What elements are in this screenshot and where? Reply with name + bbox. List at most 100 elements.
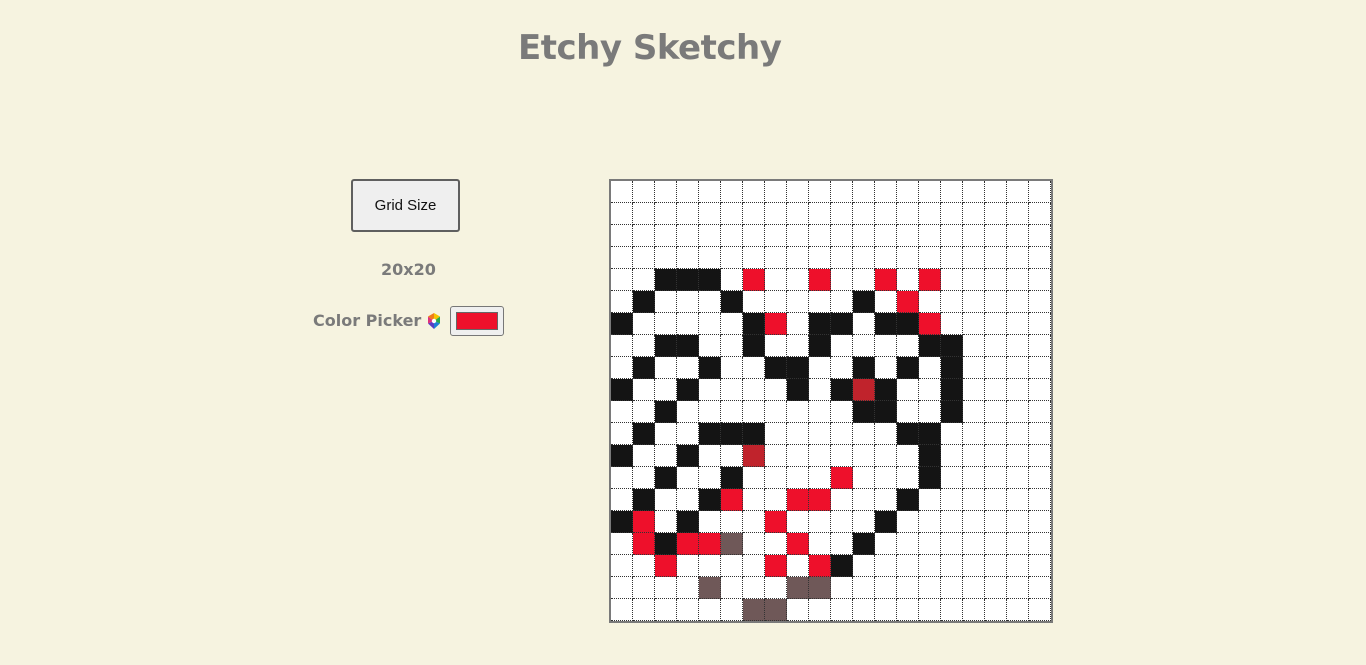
grid-cell[interactable] xyxy=(699,467,721,489)
grid-cell[interactable] xyxy=(655,335,677,357)
grid-cell[interactable] xyxy=(611,291,633,313)
grid-cell[interactable] xyxy=(677,357,699,379)
grid-cell[interactable] xyxy=(963,357,985,379)
grid-cell[interactable] xyxy=(963,577,985,599)
grid-cell[interactable] xyxy=(721,489,743,511)
grid-cell[interactable] xyxy=(611,533,633,555)
grid-cell[interactable] xyxy=(831,555,853,577)
grid-cell[interactable] xyxy=(831,511,853,533)
grid-cell[interactable] xyxy=(919,423,941,445)
grid-cell[interactable] xyxy=(655,423,677,445)
grid-cell[interactable] xyxy=(765,577,787,599)
grid-cell[interactable] xyxy=(787,423,809,445)
grid-cell[interactable] xyxy=(1029,203,1051,225)
grid-cell[interactable] xyxy=(611,313,633,335)
grid-cell[interactable] xyxy=(985,225,1007,247)
grid-cell[interactable] xyxy=(633,313,655,335)
grid-cell[interactable] xyxy=(787,379,809,401)
grid-cell[interactable] xyxy=(699,357,721,379)
grid-cell[interactable] xyxy=(765,291,787,313)
grid-cell[interactable] xyxy=(787,533,809,555)
grid-cell[interactable] xyxy=(875,423,897,445)
grid-cell[interactable] xyxy=(677,555,699,577)
grid-cell[interactable] xyxy=(853,401,875,423)
grid-cell[interactable] xyxy=(1007,599,1029,621)
grid-cell[interactable] xyxy=(743,181,765,203)
grid-cell[interactable] xyxy=(611,423,633,445)
grid-cell[interactable] xyxy=(831,269,853,291)
grid-cell[interactable] xyxy=(919,181,941,203)
grid-cell[interactable] xyxy=(787,335,809,357)
grid-cell[interactable] xyxy=(1007,335,1029,357)
grid-cell[interactable] xyxy=(809,247,831,269)
grid-cell[interactable] xyxy=(633,269,655,291)
grid-cell[interactable] xyxy=(1007,203,1029,225)
grid-cell[interactable] xyxy=(677,291,699,313)
grid-cell[interactable] xyxy=(611,203,633,225)
grid-cell[interactable] xyxy=(655,313,677,335)
grid-cell[interactable] xyxy=(655,577,677,599)
grid-cell[interactable] xyxy=(897,445,919,467)
grid-cell[interactable] xyxy=(765,247,787,269)
grid-cell[interactable] xyxy=(699,291,721,313)
grid-cell[interactable] xyxy=(765,511,787,533)
grid-cell[interactable] xyxy=(633,511,655,533)
grid-cell[interactable] xyxy=(765,225,787,247)
grid-cell[interactable] xyxy=(699,599,721,621)
grid-cell[interactable] xyxy=(787,291,809,313)
grid-cell[interactable] xyxy=(743,511,765,533)
grid-cell[interactable] xyxy=(765,423,787,445)
grid-cell[interactable] xyxy=(809,401,831,423)
grid-cell[interactable] xyxy=(963,379,985,401)
grid-cell[interactable] xyxy=(985,445,1007,467)
grid-cell[interactable] xyxy=(699,247,721,269)
grid-cell[interactable] xyxy=(677,467,699,489)
grid-cell[interactable] xyxy=(765,203,787,225)
grid-cell[interactable] xyxy=(611,445,633,467)
grid-cell[interactable] xyxy=(809,533,831,555)
grid-cell[interactable] xyxy=(985,423,1007,445)
grid-cell[interactable] xyxy=(831,225,853,247)
grid-cell[interactable] xyxy=(787,313,809,335)
grid-cell[interactable] xyxy=(1007,401,1029,423)
grid-cell[interactable] xyxy=(633,379,655,401)
grid-cell[interactable] xyxy=(787,269,809,291)
grid-cell[interactable] xyxy=(1029,181,1051,203)
grid-cell[interactable] xyxy=(897,291,919,313)
grid-cell[interactable] xyxy=(985,467,1007,489)
grid-cell[interactable] xyxy=(809,203,831,225)
grid-cell[interactable] xyxy=(919,203,941,225)
grid-cell[interactable] xyxy=(831,533,853,555)
grid-cell[interactable] xyxy=(743,533,765,555)
grid-cell[interactable] xyxy=(919,445,941,467)
grid-cell[interactable] xyxy=(633,225,655,247)
grid-cell[interactable] xyxy=(677,225,699,247)
grid-cell[interactable] xyxy=(1007,313,1029,335)
grid-cell[interactable] xyxy=(765,467,787,489)
grid-cell[interactable] xyxy=(633,599,655,621)
grid-cell[interactable] xyxy=(941,511,963,533)
grid-cell[interactable] xyxy=(941,203,963,225)
grid-cell[interactable] xyxy=(941,555,963,577)
grid-cell[interactable] xyxy=(963,489,985,511)
grid-cell[interactable] xyxy=(699,269,721,291)
grid-cell[interactable] xyxy=(743,357,765,379)
grid-cell[interactable] xyxy=(699,577,721,599)
grid-cell[interactable] xyxy=(655,401,677,423)
grid-cell[interactable] xyxy=(853,445,875,467)
grid-size-button[interactable]: Grid Size xyxy=(351,179,460,232)
grid-cell[interactable] xyxy=(721,467,743,489)
grid-cell[interactable] xyxy=(875,181,897,203)
grid-cell[interactable] xyxy=(919,247,941,269)
grid-cell[interactable] xyxy=(765,335,787,357)
grid-cell[interactable] xyxy=(677,511,699,533)
grid-cell[interactable] xyxy=(853,225,875,247)
grid-cell[interactable] xyxy=(875,577,897,599)
grid-cell[interactable] xyxy=(633,467,655,489)
grid-cell[interactable] xyxy=(721,577,743,599)
grid-cell[interactable] xyxy=(941,445,963,467)
grid-cell[interactable] xyxy=(721,181,743,203)
grid-cell[interactable] xyxy=(1007,555,1029,577)
grid-cell[interactable] xyxy=(743,225,765,247)
grid-cell[interactable] xyxy=(831,423,853,445)
